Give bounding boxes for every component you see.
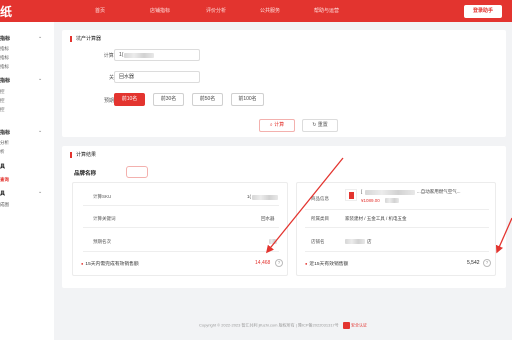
form-title: 坑产计算器 — [70, 36, 101, 42]
sidebar-item[interactable]: 指标 — [0, 64, 9, 70]
sidebar-group-2[interactable]: 指标 — [0, 77, 10, 84]
left-result-box: 计算SKU 1( 计算关键词 回水器 预期名次 15天内需完成有效销售额 14,… — [72, 182, 288, 276]
blurred-sku — [124, 53, 154, 58]
rank-option-top50[interactable]: 前50名 — [192, 93, 223, 106]
shop-name-suffix: 店 — [367, 239, 372, 244]
sidebar-group-5[interactable]: 具 — [0, 190, 5, 197]
reset-button-label: 重置 — [317, 122, 328, 128]
chevron-down-icon[interactable]: ⌄ — [38, 76, 42, 82]
divider — [305, 209, 489, 210]
result-sku-value: 1( — [247, 194, 252, 199]
divider — [83, 251, 279, 252]
result-rank-label: 预期名次 — [93, 239, 111, 244]
result-keyword-value: 回水器 — [261, 216, 275, 221]
divider — [83, 227, 279, 228]
blurred-rank-value — [269, 239, 277, 244]
sidebar-group-4[interactable]: 具 — [0, 163, 5, 170]
search-icon: ⌕ — [269, 122, 273, 128]
result-keyword-label: 计算关键词 — [93, 216, 116, 221]
nav-help[interactable]: 帮助与运营 — [314, 7, 339, 14]
result-sku-label: 计算SKU — [93, 194, 112, 199]
shop-name-label: 店铺名 — [311, 239, 325, 244]
chevron-down-icon[interactable]: ⌄ — [38, 128, 42, 134]
security-badge-label: 安全认证 — [351, 322, 368, 328]
chevron-down-icon[interactable]: ⌄ — [38, 34, 42, 40]
nav-home[interactable]: 首页 — [95, 7, 105, 14]
rank-option-top10[interactable]: 前10名 — [114, 93, 145, 106]
brand-name-label: 品牌名称 — [74, 171, 97, 177]
results-card: 计算结果 品牌名称 计算SKU 1( 计算关键词 回水器 预期名次 15天内需完… — [62, 146, 506, 288]
sidebar-item[interactable]: 指标 — [0, 46, 9, 52]
footer: Copyright © 2022-2023 智汇共利 jifuzhi.com 版… — [54, 322, 512, 329]
category-value: 家装建材 / 五金工具 / 机电五金 — [345, 216, 407, 221]
total-sales-label-left: 15天内需完成有效销售额 — [81, 260, 138, 267]
product-name-prefix: [ — [361, 189, 363, 194]
sidebar-item[interactable]: 控 — [0, 98, 5, 104]
blurred-product-name — [365, 190, 415, 195]
total-sales-value-right: 5,542 — [467, 260, 480, 266]
reset-button[interactable]: ↻ 重置 — [302, 119, 338, 132]
total-sales-label-right: 近15天有效销售额 — [305, 260, 348, 267]
product-info-label: 商品信息 — [311, 196, 329, 201]
sidebar-item[interactable]: 控 — [0, 89, 5, 95]
sku-input-value: 1( — [119, 52, 124, 58]
product-name-suffix[interactable]: ...自动家用燃气空气... — [417, 189, 461, 195]
rank-option-top100[interactable]: 前100名 — [231, 93, 264, 106]
divider — [305, 251, 489, 252]
blurred-shop-name — [345, 239, 365, 244]
total-sales-value-left: 14,468 — [255, 260, 271, 266]
nav-public-service[interactable]: 公共服务 — [260, 7, 280, 14]
footer-text: Copyright © 2022-2023 智汇共利 jifuzhi.com 版… — [198, 322, 339, 328]
rank-option-top30[interactable]: 前30名 — [153, 93, 184, 106]
keyword-input-value: 回水器 — [119, 74, 135, 80]
calculate-button-label: 计算 — [274, 122, 285, 128]
nav-shop-metrics[interactable]: 店铺指标 — [150, 7, 170, 14]
sidebar-item[interactable]: 控 — [0, 107, 5, 113]
login-assistant-button[interactable]: 登录助手 — [464, 5, 502, 18]
security-badge-icon — [342, 322, 350, 329]
brand-toggle[interactable] — [126, 166, 148, 178]
blurred-price-extra — [385, 198, 399, 203]
sidebar-item[interactable]: 指标 — [0, 55, 9, 61]
calculate-button[interactable]: ⌕ 计算 — [259, 119, 295, 132]
sidebar-group-1[interactable]: 指标 — [0, 35, 10, 42]
divider — [83, 205, 279, 206]
nav-review-analysis[interactable]: 评价分析 — [206, 7, 226, 14]
product-price: ¥1089.00 — [361, 198, 380, 203]
help-icon[interactable]: ? — [275, 259, 283, 267]
category-label: 所属类目 — [311, 216, 329, 221]
product-thumbnail[interactable] — [345, 189, 357, 201]
refresh-icon: ↻ — [312, 122, 317, 128]
chevron-down-icon[interactable]: ⌄ — [38, 189, 42, 195]
calculator-form-card: 坑产计算器 计算SKU 1( 关键词 回水器 预期名次 前10名 前30名 前5… — [62, 30, 506, 137]
results-title: 计算结果 — [70, 152, 96, 158]
sidebar-item-active[interactable]: 查询 — [0, 177, 9, 183]
right-result-box: 商品信息 [ ...自动家用燃气空气... ¥1089.00 所属类目 家装建材… — [296, 182, 496, 276]
divider — [305, 227, 489, 228]
keyword-input[interactable]: 回水器 — [114, 71, 200, 83]
sidebar-item[interactable]: 析 — [0, 149, 5, 155]
sidebar-group-3[interactable]: 指标 — [0, 129, 10, 136]
blurred-sku-value — [252, 195, 278, 200]
help-icon[interactable]: ? — [483, 259, 491, 267]
sidebar-item[interactable]: 分析 — [0, 140, 9, 146]
logo[interactable]: 纸 — [0, 3, 12, 20]
sidebar: 指标 ⌄ 指标 指标 指标 指标 ⌄ 控 控 控 指标 ⌄ 分析 析 具 查询 … — [0, 22, 54, 340]
sidebar-item[interactable]: 成图 — [0, 202, 9, 208]
top-nav-bar: 纸 首页 店铺指标 评价分析 公共服务 帮助与运营 登录助手 — [0, 0, 512, 22]
